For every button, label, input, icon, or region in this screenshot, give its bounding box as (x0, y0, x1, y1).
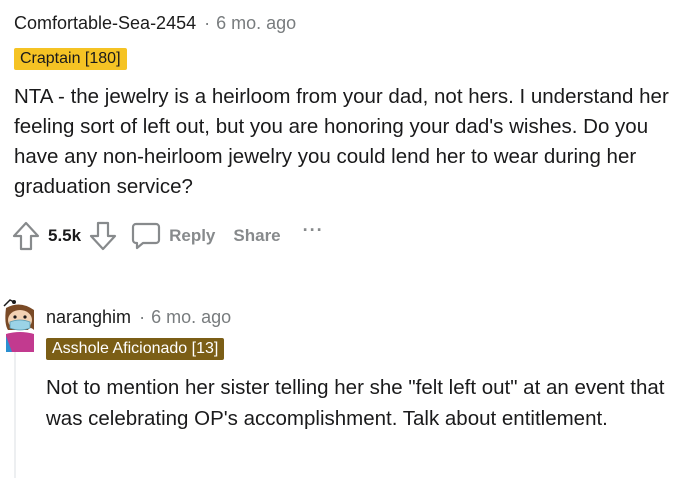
comment-body: NTA - the jewelry is a heirloom from you… (14, 82, 684, 202)
more-options-button[interactable]: ··· (303, 220, 324, 241)
meta-separator: · (204, 12, 211, 33)
comment-author[interactable]: Comfortable-Sea-2454 (14, 13, 196, 34)
speech-bubble-icon (131, 222, 161, 250)
meta-separator: · (139, 306, 146, 327)
vote-score: 5.5k (48, 226, 82, 245)
top-comment: Comfortable-Sea-2454 · 6 mo. ago Craptai… (12, 10, 690, 252)
share-button[interactable]: Share (233, 226, 280, 246)
reply-meta: naranghim · 6 mo. ago (46, 304, 686, 330)
upvote-arrow-icon (12, 221, 40, 251)
reply-body: Not to mention her sister telling her sh… (46, 372, 676, 434)
reply-button[interactable]: Reply (131, 221, 215, 251)
downvote-button[interactable] (89, 221, 117, 251)
comment-thread: Comfortable-Sea-2454 · 6 mo. ago Craptai… (0, 0, 700, 478)
user-flair: Asshole Aficionado [13] (46, 338, 225, 360)
reply-text: Not to mention her sister telling her sh… (46, 376, 665, 430)
reply-comment: naranghim · 6 mo. ago Asshole Aficionado… (46, 304, 686, 434)
reply-timestamp[interactable]: 6 mo. ago (151, 307, 231, 328)
comment-timestamp[interactable]: 6 mo. ago (216, 13, 296, 34)
comment-text: NTA - the jewelry is a heirloom from you… (14, 85, 669, 198)
thread-line[interactable] (14, 352, 16, 478)
user-flair: Craptain [180] (14, 48, 127, 70)
comment-actions: 5.5k Reply Share ··· (12, 220, 690, 252)
avatar[interactable] (0, 296, 36, 352)
upvote-button[interactable] (12, 221, 40, 251)
downvote-arrow-icon (89, 221, 117, 251)
reply-author[interactable]: naranghim (46, 307, 131, 328)
snoo-avatar-icon (3, 299, 35, 352)
comment-meta: Comfortable-Sea-2454 · 6 mo. ago (14, 10, 690, 36)
reply-label: Reply (169, 226, 216, 245)
